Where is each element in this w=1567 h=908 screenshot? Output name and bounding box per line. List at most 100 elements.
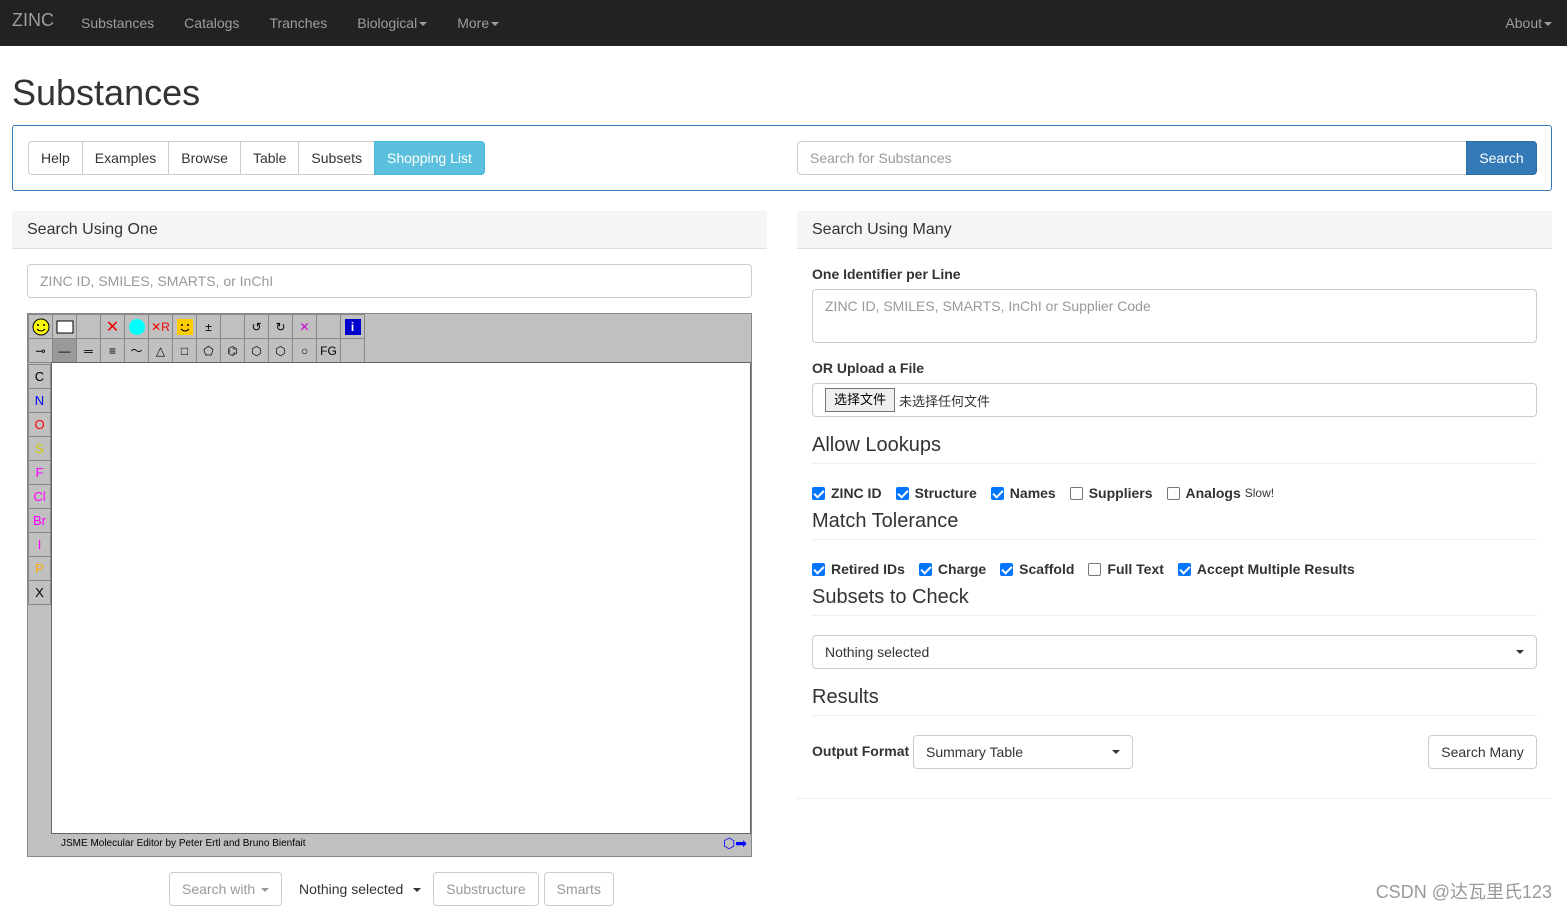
output-format-select[interactable]: Summary Table: [913, 735, 1133, 769]
subsets-select[interactable]: Nothing selected: [812, 635, 1537, 669]
checkbox[interactable]: [918, 562, 932, 576]
heptagon-ring-icon[interactable]: ⬡: [268, 338, 293, 363]
nav-catalogs[interactable]: Catalogs: [169, 3, 254, 43]
pentagon-ring-icon[interactable]: ⬠: [196, 338, 221, 363]
checkbox[interactable]: [812, 562, 825, 576]
tolerance-retired-ids[interactable]: Retired IDs: [812, 561, 905, 577]
page-title: Substances: [12, 72, 201, 113]
atom-button[interactable]: N: [28, 388, 51, 413]
tolerance-scaffold[interactable]: Scaffold: [1000, 561, 1074, 577]
lookup-zinc-id[interactable]: ZINC ID: [812, 485, 882, 501]
search-using-one-heading: Search Using One: [12, 211, 767, 249]
chain-icon[interactable]: 〜: [124, 338, 149, 363]
allow-lookups-title: Allow Lookups: [812, 434, 1537, 464]
smarts-button[interactable]: Smarts: [543, 872, 614, 906]
atom-button[interactable]: I: [28, 532, 51, 557]
undo-icon[interactable]: ↺: [244, 314, 269, 339]
search-button[interactable]: Search: [1466, 141, 1537, 175]
checkbox[interactable]: [990, 486, 1004, 500]
top-navbar: ZINC Substances Catalogs Tranches Biolog…: [0, 0, 1567, 46]
search-many-button[interactable]: Search Many: [1428, 735, 1537, 769]
nav-more[interactable]: More: [442, 3, 514, 43]
lookup-structure[interactable]: Structure: [895, 485, 977, 501]
single-identifier-input[interactable]: ZINC ID, SMILES, SMARTS, or InChI: [27, 264, 752, 298]
lookup-suppliers[interactable]: Suppliers: [1069, 485, 1153, 501]
info-icon[interactable]: i: [340, 314, 365, 339]
blank-tool-icon[interactable]: [340, 338, 365, 363]
examples-button[interactable]: Examples: [81, 141, 170, 175]
atom-button[interactable]: O: [28, 412, 51, 437]
atom-button[interactable]: S: [28, 436, 51, 461]
chain-bond-icon[interactable]: ⊸: [28, 338, 53, 363]
tolerance-charge[interactable]: Charge: [918, 561, 986, 577]
help-button[interactable]: Help: [28, 141, 83, 175]
blank-tool-icon[interactable]: [76, 314, 101, 339]
atom-button[interactable]: X: [28, 580, 51, 605]
atom-button[interactable]: Cl: [28, 484, 51, 509]
checkbox[interactable]: [895, 486, 909, 500]
nothing-selected-label: Nothing selected: [299, 881, 404, 897]
chevron-down-icon: [261, 888, 270, 893]
nav-about[interactable]: About: [1490, 3, 1567, 43]
nothing-selected-dropdown[interactable]: Nothing selected: [287, 873, 433, 905]
atom-button[interactable]: C: [28, 364, 51, 389]
checkbox[interactable]: [1166, 486, 1180, 500]
nav-biological[interactable]: Biological: [342, 3, 442, 43]
substructure-button[interactable]: Substructure: [433, 872, 539, 906]
nav-substances[interactable]: Substances: [66, 3, 169, 43]
plus-minus-icon[interactable]: ±: [196, 314, 221, 339]
table-button[interactable]: Table: [239, 141, 300, 175]
substance-search-input[interactable]: Search for Substances: [797, 141, 1467, 175]
octagon-ring-icon[interactable]: ○: [292, 338, 317, 363]
new-molecule-icon[interactable]: [52, 314, 77, 339]
tolerance-accept-multiple[interactable]: Accept Multiple Results: [1177, 561, 1355, 577]
delete-r-icon[interactable]: ✕R: [148, 314, 173, 339]
smiley-icon[interactable]: [28, 314, 53, 339]
nav-more-label: More: [457, 15, 490, 31]
subsets-button[interactable]: Subsets: [298, 141, 376, 175]
nav-tranches[interactable]: Tranches: [254, 3, 342, 43]
charge-icon[interactable]: [124, 314, 149, 339]
match-tolerance-title: Match Tolerance: [812, 510, 1537, 540]
search-options-bar: Search with Nothing selected Substructur…: [169, 872, 619, 906]
tolerance-full-text[interactable]: Full Text: [1088, 561, 1164, 577]
lookup-analogs[interactable]: Analogs Slow!: [1166, 485, 1274, 501]
lookup-names[interactable]: Names: [990, 485, 1056, 501]
checkbox-label: Scaffold: [1019, 561, 1075, 577]
double-bond-icon[interactable]: ═: [76, 338, 101, 363]
checkbox[interactable]: [1000, 562, 1014, 576]
benzene-ring-icon[interactable]: ⌬: [220, 338, 245, 363]
blank-tool-icon[interactable]: [220, 314, 245, 339]
checkbox[interactable]: [1177, 562, 1191, 576]
choose-file-button[interactable]: 选择文件: [825, 388, 896, 412]
redo-icon[interactable]: ↻: [268, 314, 293, 339]
search-with-dropdown[interactable]: Search with: [169, 872, 283, 906]
browse-button[interactable]: Browse: [168, 141, 241, 175]
clear-icon[interactable]: ✕: [292, 314, 317, 339]
triple-bond-icon[interactable]: ≡: [100, 338, 125, 363]
chevron-down-icon: [1544, 22, 1552, 27]
atom-button[interactable]: Br: [28, 508, 51, 533]
shopping-list-button[interactable]: Shopping List: [374, 141, 485, 175]
single-bond-icon[interactable]: —: [52, 338, 77, 363]
hexagon-ring-icon[interactable]: ⬡: [244, 338, 269, 363]
brand-logo[interactable]: ZINC: [0, 0, 66, 46]
atom-button[interactable]: P: [28, 556, 51, 581]
smiley-yellow-icon[interactable]: [172, 314, 197, 339]
delete-icon[interactable]: ✕: [100, 314, 125, 339]
checkbox[interactable]: [812, 486, 825, 500]
checkbox[interactable]: [1069, 486, 1083, 500]
chevron-down-icon: [1112, 750, 1120, 754]
square-ring-icon[interactable]: □: [172, 338, 197, 363]
blank-tool-icon[interactable]: [316, 314, 341, 339]
jsme-editor: ✕ ✕R ± ↺ ↻ ✕ i ⊸ — ═ ≡ 〜 △ □ ⬠ ⌬ ⬡ ⬡ ○ F…: [27, 313, 752, 857]
checkbox[interactable]: [1088, 562, 1102, 576]
triangle-ring-icon[interactable]: △: [148, 338, 173, 363]
checkbox-label: Structure: [914, 485, 977, 501]
identifiers-textarea[interactable]: ZINC ID, SMILES, SMARTS, InChI or Suppli…: [812, 289, 1537, 343]
atom-button[interactable]: F: [28, 460, 51, 485]
functional-group-button[interactable]: FG: [316, 338, 341, 363]
checkbox-label: Accept Multiple Results: [1196, 561, 1355, 577]
chevron-down-icon: [413, 888, 422, 893]
drawing-canvas[interactable]: [51, 362, 751, 834]
